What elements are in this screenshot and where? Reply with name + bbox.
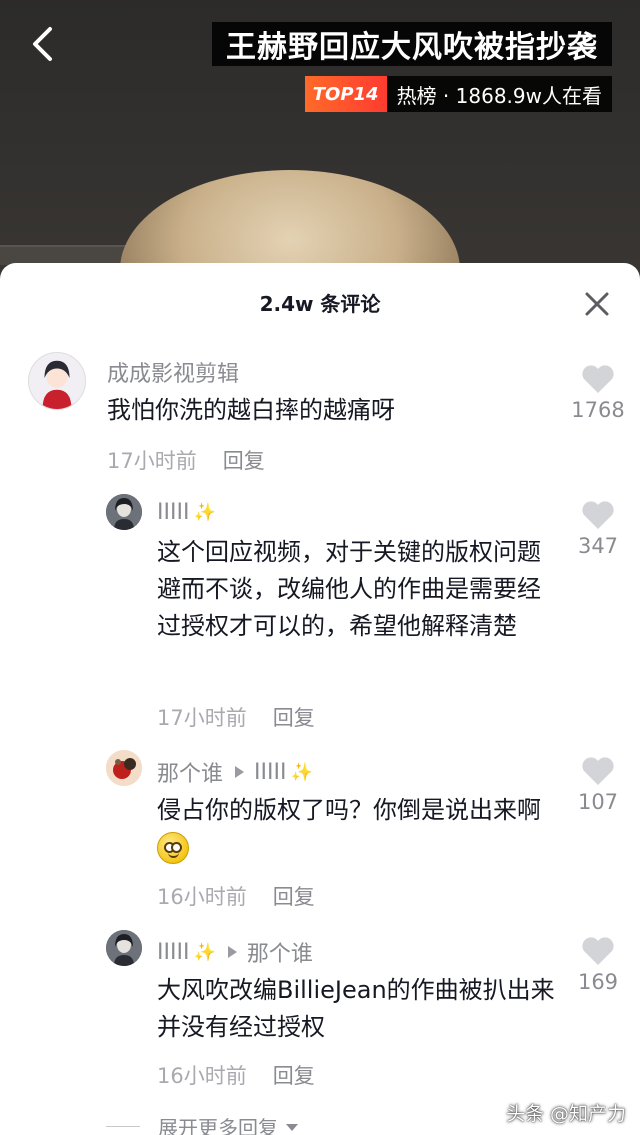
close-icon [585,292,609,316]
comment-username[interactable]: IIIII ✨ [157,500,216,525]
expand-more-replies-button[interactable]: 展开更多回复 [106,1112,300,1135]
comment-item: IIIII ✨ 这个回应视频，对于关键的版权问题避而不谈，改编他人的作曲是需要经过… [0,490,640,730]
avatar-girl-illustration [29,353,85,409]
hot-list-text: 热榜 · 1868.9w人在看 [396,83,602,108]
back-button[interactable] [22,24,62,64]
comment-text: 我怕你洗的越白摔的越痛呀 [107,396,395,424]
smiling-face-emoji-icon [157,832,189,864]
watermark: 头条 @知产力 [505,1103,626,1125]
reply-button[interactable]: 回复 [273,885,315,909]
comment-time: 16小时前 [157,1064,247,1088]
comment-meta: 17小时前 回复 [157,702,315,732]
divider-line [106,1126,140,1127]
avatar[interactable] [106,750,142,786]
comment-text: 大风吹改编BillieJean的作曲被扒出来并没有经过授权 [157,976,555,1041]
comment-time: 17小时前 [157,706,247,730]
comment-item: IIIII ✨ 那个谁 大风吹改编BillieJean的作曲被扒出来并没有经过授权… [0,928,640,1098]
video-title: 王赫野回应大风吹被指抄袭 [212,22,612,66]
like-count: 107 [577,790,619,814]
username-text: 那个谁 [157,762,224,787]
heart-icon [582,937,614,965]
like-button[interactable]: 347 [563,500,633,558]
heart-icon [582,501,614,529]
reply-button[interactable]: 回复 [273,1064,315,1088]
avatar[interactable] [28,352,86,410]
chevron-down-icon [286,1123,298,1131]
heart-icon [582,757,614,785]
reply-arrow-icon [235,766,245,778]
comment-meta: 16小时前 回复 [157,881,315,911]
reply-arrow-icon [227,946,237,958]
hot-list-bar[interactable]: TOP14 热榜 · 1868.9w人在看 [304,76,612,112]
comment-username[interactable]: IIIII ✨ 那个谁 [157,936,313,968]
like-count: 347 [577,534,619,558]
sparkle-icon: ✨ [193,941,216,963]
comment-item: 那个谁 IIIII ✨ 侵占你的版权了吗？你倒是说出来啊 16小时前 回复 107 [0,748,640,918]
comment-text: 侵占你的版权了吗？你倒是说出来啊 [157,792,559,866]
comment-item: 成成影视剪辑 我怕你洗的越白摔的越痛呀 17小时前 回复 1768 [0,340,640,480]
username-text: IIIII [157,939,190,965]
username-text: 成成影视剪辑 [107,362,240,387]
reply-button[interactable]: 回复 [273,706,315,730]
comment-meta: 17小时前 回复 [107,445,265,475]
close-button[interactable] [582,289,612,319]
chevron-left-icon [33,27,52,61]
comment-text: 这个回应视频，对于关键的版权问题避而不谈，改编他人的作曲是需要经过授权才可以的，… [157,538,541,640]
background-shelf [0,245,130,265]
comment-count: 2.4w 条评论 [259,291,381,316]
avatar-cartoon-illustration [106,750,142,786]
video-title-text: 王赫野回应大风吹被指抄袭 [226,30,598,65]
sparkle-icon: ✨ [290,761,313,783]
like-button[interactable]: 1768 [563,364,633,422]
heart-icon [582,365,614,393]
hot-rank-badge: TOP14 [304,76,387,112]
comment-meta: 16小时前 回复 [157,1060,315,1090]
comment-text-content: 侵占你的版权了吗？你倒是说出来啊 [157,796,541,824]
comment-time: 17小时前 [107,449,197,473]
reply-button[interactable]: 回复 [223,449,265,473]
comment-time: 16小时前 [157,885,247,909]
comment-username[interactable]: 那个谁 IIIII ✨ [157,756,313,788]
avatar-portrait-illustration [106,494,142,530]
avatar-portrait-illustration [106,930,142,966]
like-button[interactable]: 107 [563,756,633,814]
like-count: 1768 [571,398,625,422]
avatar[interactable] [106,494,142,530]
comment-sheet-header: 2.4w 条评论 [0,263,640,341]
avatar[interactable] [106,930,142,966]
reply-to-username[interactable]: 那个谁 [247,936,313,968]
sparkle-icon: ✨ [193,502,216,523]
reply-to-username[interactable]: IIIII [254,760,286,785]
like-count: 169 [577,970,619,994]
comment-username[interactable]: 成成影视剪辑 [107,356,239,388]
screen: 王赫野回应大风吹被指抄袭 TOP14 热榜 · 1868.9w人在看 2.4w … [0,0,640,1135]
expand-more-label: 展开更多回复 [158,1116,278,1135]
like-button[interactable]: 169 [563,936,633,994]
username-text: IIIII [157,500,190,525]
